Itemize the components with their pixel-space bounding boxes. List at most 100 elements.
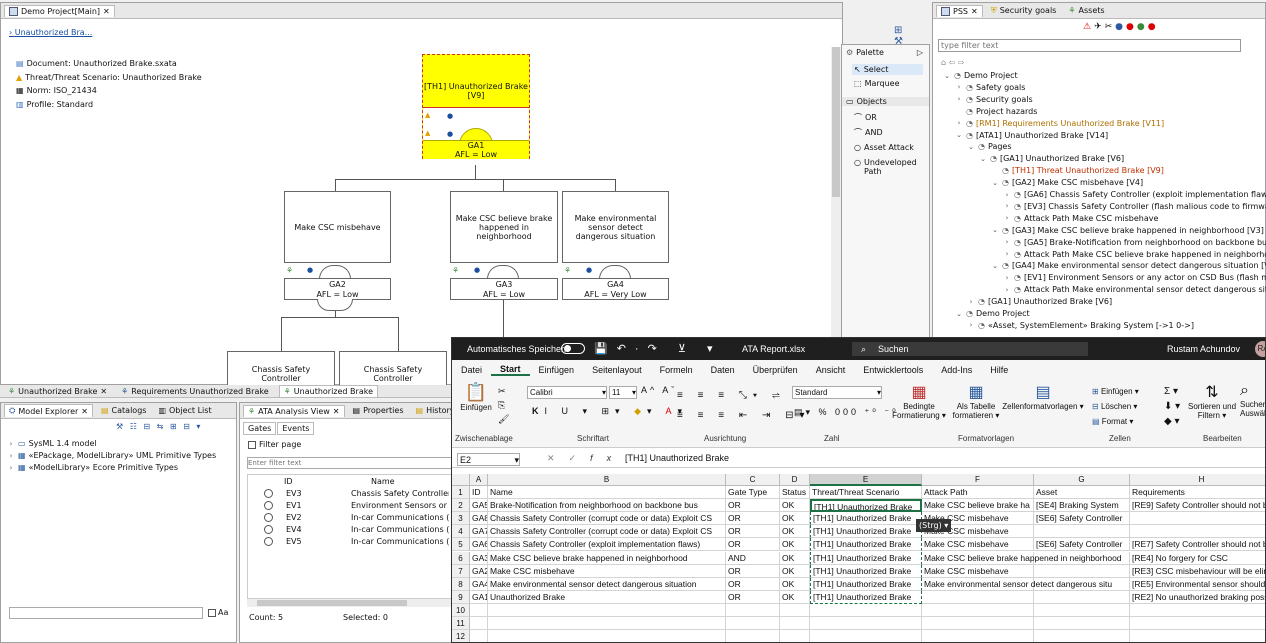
pss-tree-item[interactable]: › ◔ [EV1] Environment Sensors or any actor… (1003, 273, 1266, 282)
name-box[interactable]: E2 ▾ (457, 453, 520, 466)
radio-icon[interactable] (264, 525, 273, 534)
row-header[interactable]: 3 (452, 512, 470, 526)
cell[interactable]: AND (726, 551, 780, 565)
tab-ata-analysis[interactable]: ⚘ ATA Analysis View ✕ (243, 404, 345, 417)
font-select[interactable]: Calibri ▾ (527, 386, 607, 399)
palette-or[interactable]: ⌒ OR (854, 112, 929, 123)
cell[interactable]: Gate Type (726, 486, 780, 499)
tab-demo-project[interactable]: Demo Project[Main] ✕ (4, 4, 115, 17)
gate-ga2[interactable]: GA2 AFL = Low (284, 278, 391, 300)
menu-6[interactable]: Überprüfen (744, 365, 807, 375)
find-select-button[interactable]: ⌕Suchen und Auswählen (1240, 382, 1265, 418)
cell[interactable] (1034, 525, 1130, 539)
cell[interactable]: Chassis Safety Controller (corrupt code … (488, 512, 726, 526)
palette-undeveloped[interactable]: ○ Undeveloped Path (854, 158, 929, 176)
cell[interactable]: Make CSC misbehave (922, 538, 1034, 552)
row-header[interactable]: 9 (452, 590, 470, 604)
cell[interactable]: Chassis Safety Controller (corrupt code … (488, 525, 726, 539)
quick-access-icons[interactable]: 💾↶·↷ ⊻ ▾ (594, 342, 721, 355)
cell[interactable] (488, 630, 726, 642)
breadcrumb[interactable]: › Unauthorized Bra... (9, 28, 92, 37)
cell[interactable] (922, 630, 1034, 642)
cell[interactable]: OR (726, 564, 780, 578)
chevron-icon[interactable]: › (967, 298, 975, 306)
pss-tree-item[interactable]: ⌄ ◔ Pages (967, 142, 1011, 151)
cell[interactable]: OK (780, 577, 810, 591)
column-header[interactable]: C (726, 474, 780, 486)
row-header[interactable]: 10 (452, 603, 470, 617)
cell[interactable]: OR (726, 512, 780, 526)
row-header[interactable]: 8 (452, 577, 470, 591)
cell[interactable]: [RE2] No unauthorized braking poss (1130, 591, 1265, 604)
sort-filter-button[interactable]: ⇅ Sortieren und Filtern ▾ (1187, 382, 1237, 420)
radio-icon[interactable] (264, 489, 273, 498)
cell[interactable]: GA8 (470, 512, 488, 526)
cell[interactable]: GA5 (470, 499, 488, 513)
pss-tree-item[interactable]: ◔ [TH1] Threat Unauthorized Brake [V9] (991, 166, 1164, 175)
tab-object-list[interactable]: ▥ Object List (154, 405, 215, 416)
cell[interactable] (470, 603, 488, 617)
chevron-icon[interactable]: › (955, 95, 963, 103)
ata-hscrollbar[interactable] (247, 599, 452, 607)
cell[interactable]: [SE6] Safety Controller (1034, 538, 1130, 552)
pss-filter-input[interactable] (938, 39, 1241, 52)
cell[interactable]: Name (488, 486, 726, 499)
cell[interactable] (726, 603, 780, 617)
pss-tree-item[interactable]: › ◔ [GA6] Chassis Safety Controller (explo… (1003, 190, 1266, 199)
explorer-toolbar[interactable]: ⚒ ☷ ⊟ ⇆ ⊞ ⊟ ▾ (116, 422, 202, 431)
cell[interactable]: GA7 (470, 525, 488, 539)
chevron-icon[interactable]: › (1003, 274, 1011, 282)
match-case-checkbox[interactable]: Aa (208, 608, 228, 617)
threat-node[interactable]: [TH1] Unauthorized Brake [V9] ▲ ● ▲ ● GA… (422, 54, 530, 159)
cell[interactable] (1130, 525, 1265, 539)
cell[interactable]: OK (780, 564, 810, 578)
node-chassis-1[interactable]: Chassis Safety Controller (227, 351, 335, 387)
table-row[interactable]: EV1 Environment Sensors or any a (264, 501, 451, 510)
cell[interactable]: [SE6] Safety Controller (1034, 512, 1130, 526)
chevron-icon[interactable]: ⌄ (991, 262, 999, 270)
cell[interactable] (1034, 617, 1130, 630)
table-row[interactable]: EV4 In-car Communications (liste (264, 525, 451, 534)
chevron-icon[interactable]: › (1003, 214, 1011, 222)
pss-tree-item[interactable]: ⌄ ◔ [ATA1] Unauthorized Brake [V14] (955, 131, 1108, 140)
paste-button[interactable]: 📋 Einfügen (456, 382, 496, 412)
pss-tree-item[interactable]: › ◔ Security goals (955, 95, 1033, 104)
editor-scrollbar[interactable] (831, 47, 841, 386)
row-header[interactable]: 11 (452, 617, 470, 630)
pss-tree-item[interactable]: › ◔ Attack Path Make CSC misbehave (1003, 214, 1159, 223)
menu-8[interactable]: Entwicklertools (854, 365, 932, 375)
cell[interactable]: OK (780, 538, 810, 552)
chevron-icon[interactable]: › (967, 321, 975, 329)
cell[interactable] (922, 590, 1034, 604)
chevron-icon[interactable]: › (955, 119, 963, 127)
cell[interactable]: [TH1] Unauthorized Brake (810, 525, 922, 539)
cell[interactable]: Make CSC misbehave (488, 564, 726, 578)
cell[interactable] (780, 630, 810, 642)
cell[interactable]: [TH1] Unauthorized Brake (810, 564, 922, 578)
cell-styles-button[interactable]: ▤ Zellenformatvorlagen ▾ (1002, 382, 1084, 411)
cell[interactable] (810, 630, 922, 642)
pss-tree-item[interactable]: ⌄ ◔ Demo Project (955, 309, 1030, 318)
tab-unauthorized-brake[interactable]: ⚘ Unauthorized Brake ✕ (4, 386, 111, 397)
cell[interactable]: Make CSC believe brake happened in neigh… (488, 551, 726, 565)
cell[interactable]: Unauthorized Brake (488, 590, 726, 604)
table-row[interactable]: EV3 Chassis Safety Controller (fla (264, 489, 451, 498)
explorer-search-input[interactable] (9, 607, 203, 619)
palette-select[interactable]: ↖ Select (852, 64, 923, 75)
table-row[interactable]: EV5 In-car Communications (liste (264, 537, 451, 546)
cell[interactable] (1034, 590, 1130, 604)
font-format-icons[interactable]: KI U ▾ ⊞▾ ◆▾ A▾ (532, 406, 688, 417)
table-row[interactable]: EV2 In-car Communications (liste (264, 513, 451, 522)
column-header[interactable]: G (1034, 474, 1130, 486)
ata-filter-input[interactable] (247, 457, 452, 469)
node-make-csc-believe[interactable]: Make CSC believe brake happened in neigh… (450, 191, 558, 263)
cell[interactable]: Status (780, 486, 810, 499)
cell[interactable]: [RE7] Safety Controller should not b (1130, 538, 1265, 552)
filter-page-checkbox[interactable]: Filter page (248, 440, 453, 449)
chevron-icon[interactable]: › (1003, 238, 1011, 246)
chevron-icon[interactable]: › (1003, 202, 1011, 210)
tab-model-explorer[interactable]: ⛭ Model Explorer ✕ (4, 404, 93, 417)
cell[interactable]: [RE4] No forgery for CSC (1130, 552, 1265, 565)
menu-1[interactable]: Start (491, 364, 530, 376)
cell[interactable] (810, 617, 922, 630)
